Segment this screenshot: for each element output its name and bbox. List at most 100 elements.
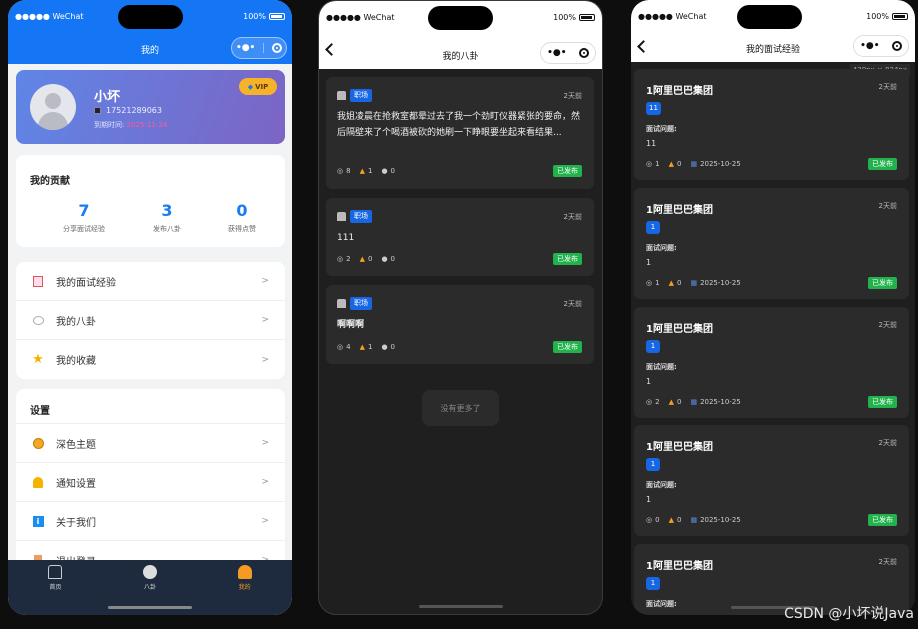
comments[interactable]: ● 0 [381,167,395,175]
post-metrics: ◎ 8 ▲ 1 ● 0 [337,167,395,175]
interview-card[interactable]: 1阿里巴巴集团 2天前 1 面试问题: 1 ◎ 1 ▲ 0 ▦ 2025-10-25 … [634,188,909,299]
stat-value: 7 [78,201,90,220]
card-metrics: ◎ 1 ▲ 0 ▦ 2025-10-25 [646,279,741,287]
menu-item-interview[interactable]: 我的面试经验 > [16,262,285,301]
interview-card[interactable]: 1阿里巴巴集团 2天前 1 面试问题: 1 ◎ 2 ▲ 0 ▦ 2025-10-25 … [634,307,909,418]
tab-home[interactable]: 首页 [8,560,103,615]
battery-icon [579,14,595,21]
company-name: 1阿里巴巴集团 [646,561,713,572]
arrow-right-icon: > [261,315,269,325]
count-badge: 1 [646,458,660,471]
likes[interactable]: ▲ 1 [360,167,373,175]
vip-label: VIP [255,82,269,91]
setting-dark-theme[interactable]: 深色主题 > [16,424,285,463]
count-badge: 1 [646,340,660,353]
phone-icon [94,107,101,114]
profile-header: ●●●●● WeChat 100% 我的 •●• [8,0,292,64]
thumb-icon: ▲ [359,343,365,351]
more-icon[interactable]: •●• [236,43,255,53]
expire-label: 到期时间: [94,121,125,129]
gossip-post[interactable]: 职场 2天前 我姐凌晨在抢救室都晕过去了我一个劲盯仪器紧张的要命，然后隔壁来了个… [326,77,594,189]
capsule-divider [263,43,265,53]
date: ▦ 2025-10-25 [690,279,740,287]
user-phone: 17521289063 [94,106,162,115]
question-value: 11 [646,139,657,148]
post-time: 2天前 [878,321,897,329]
likes[interactable]: ▲ 0 [669,160,682,168]
date-text: 2025-10-25 [700,279,741,287]
post-time: 2天前 [878,202,897,210]
post-tag: 职场 [350,210,372,223]
thumb-icon: ▲ [668,516,674,524]
comments[interactable]: ● 0 [381,343,395,351]
views: ◎ 8 [337,167,351,175]
more-icon[interactable]: •●• [547,48,566,58]
comments-count: 0 [390,167,396,175]
post-text: 啊啊啊 [337,320,365,330]
profile-card[interactable]: 小坏 17521289063 到期时间: 2025-11-24 ◆ VIP [16,70,285,144]
mini-program-capsule[interactable]: •●• [231,37,287,59]
chat-icon [32,314,44,326]
likes[interactable]: ▲ 0 [669,398,682,406]
likes[interactable]: ▲ 1 [360,343,373,351]
dynamic-island [737,5,802,29]
gossip-post[interactable]: 职场 2天前 啊啊啊 ◎ 4 ▲ 1 ● 0 已发布 [326,285,594,364]
count-badge: 1 [646,221,660,234]
likes-count: 0 [367,255,373,263]
setting-notifications[interactable]: 通知设置 > [16,463,285,502]
likes-count: 1 [367,167,373,175]
comments[interactable]: ● 0 [381,255,395,263]
contribution-title: 我的贡献 [30,176,70,187]
post-metrics: ◎ 4 ▲ 1 ● 0 [337,343,395,351]
menu-label: 我的面试经验 [56,277,116,289]
avatar[interactable] [30,84,76,130]
thumb-icon: ▲ [359,255,365,263]
question-value: 1 [646,495,652,504]
battery-icon [892,13,908,20]
stat-likes[interactable]: 0 获得点赞 [202,201,282,234]
mini-program-capsule[interactable]: •●• [853,35,909,57]
menu-item-favorites[interactable]: ★ 我的收藏 > [16,340,285,379]
setting-label: 关于我们 [56,517,96,529]
post-text: 我姐凌晨在抢救室都晕过去了我一个劲盯仪器紧张的要命，然后隔壁来了个喝酒被砍的她刷… [337,112,581,138]
user-name: 小坏 [94,90,121,105]
calendar-icon: ▦ [690,160,698,168]
star-icon: ★ [32,352,44,367]
post-time: 2天前 [878,83,897,91]
interview-card[interactable]: 1阿里巴巴集团 2天前 11 面试问题: 11 ◎ 1 ▲ 0 ▦ 2025-10-2… [634,69,909,180]
home-icon [48,565,63,579]
setting-about[interactable]: i 关于我们 > [16,502,285,541]
stat-label: 发布八卦 [153,225,181,233]
likes[interactable]: ▲ 0 [669,279,682,287]
stat-gossip[interactable]: 3 发布八卦 [127,201,207,234]
likes[interactable]: ▲ 0 [669,516,682,524]
menu-item-gossip[interactable]: 我的八卦 > [16,301,285,340]
eye-icon: ◎ [646,516,653,524]
stat-label: 获得点赞 [228,225,256,233]
vip-badge[interactable]: ◆ VIP [239,78,277,95]
stat-interview[interactable]: 7 分享面试经验 [44,201,124,234]
close-target-icon[interactable] [272,43,283,53]
profile-phone: ●●●●● WeChat 100% 我的 •●• 小坏 17521289063 … [8,0,292,615]
likes-count: 0 [676,398,682,406]
likes-count: 0 [676,160,682,168]
views-count: 1 [655,279,660,287]
comment-icon: ● [381,167,388,175]
more-icon[interactable]: •●• [860,41,879,51]
carrier-text: ●●●●● WeChat [15,12,84,21]
gossip-post[interactable]: 职场 2天前 111 ◎ 2 ▲ 0 ● 0 已发布 [326,198,594,276]
stat-label: 分享面试经验 [63,225,105,233]
close-target-icon[interactable] [891,41,902,51]
likes[interactable]: ▲ 0 [360,255,373,263]
date: ▦ 2025-10-25 [690,516,740,524]
tab-mine[interactable]: 我的 [197,560,292,615]
menu-label: 我的八卦 [56,316,96,328]
interview-card[interactable]: 1阿里巴巴集团 2天前 1 面试问题: 1 ◎ 0 ▲ 0 ▦ 2025-10-25 … [634,425,909,536]
views: ◎ 0 [646,516,660,524]
arrow-right-icon: > [261,276,269,286]
question-label: 面试问题: [646,600,677,608]
close-target-icon[interactable] [578,48,589,58]
date-text: 2025-10-25 [700,398,741,406]
mini-program-capsule[interactable]: •●• [540,42,596,64]
my-menu-card: 我的面试经验 > 我的八卦 > ★ 我的收藏 > [16,262,285,379]
